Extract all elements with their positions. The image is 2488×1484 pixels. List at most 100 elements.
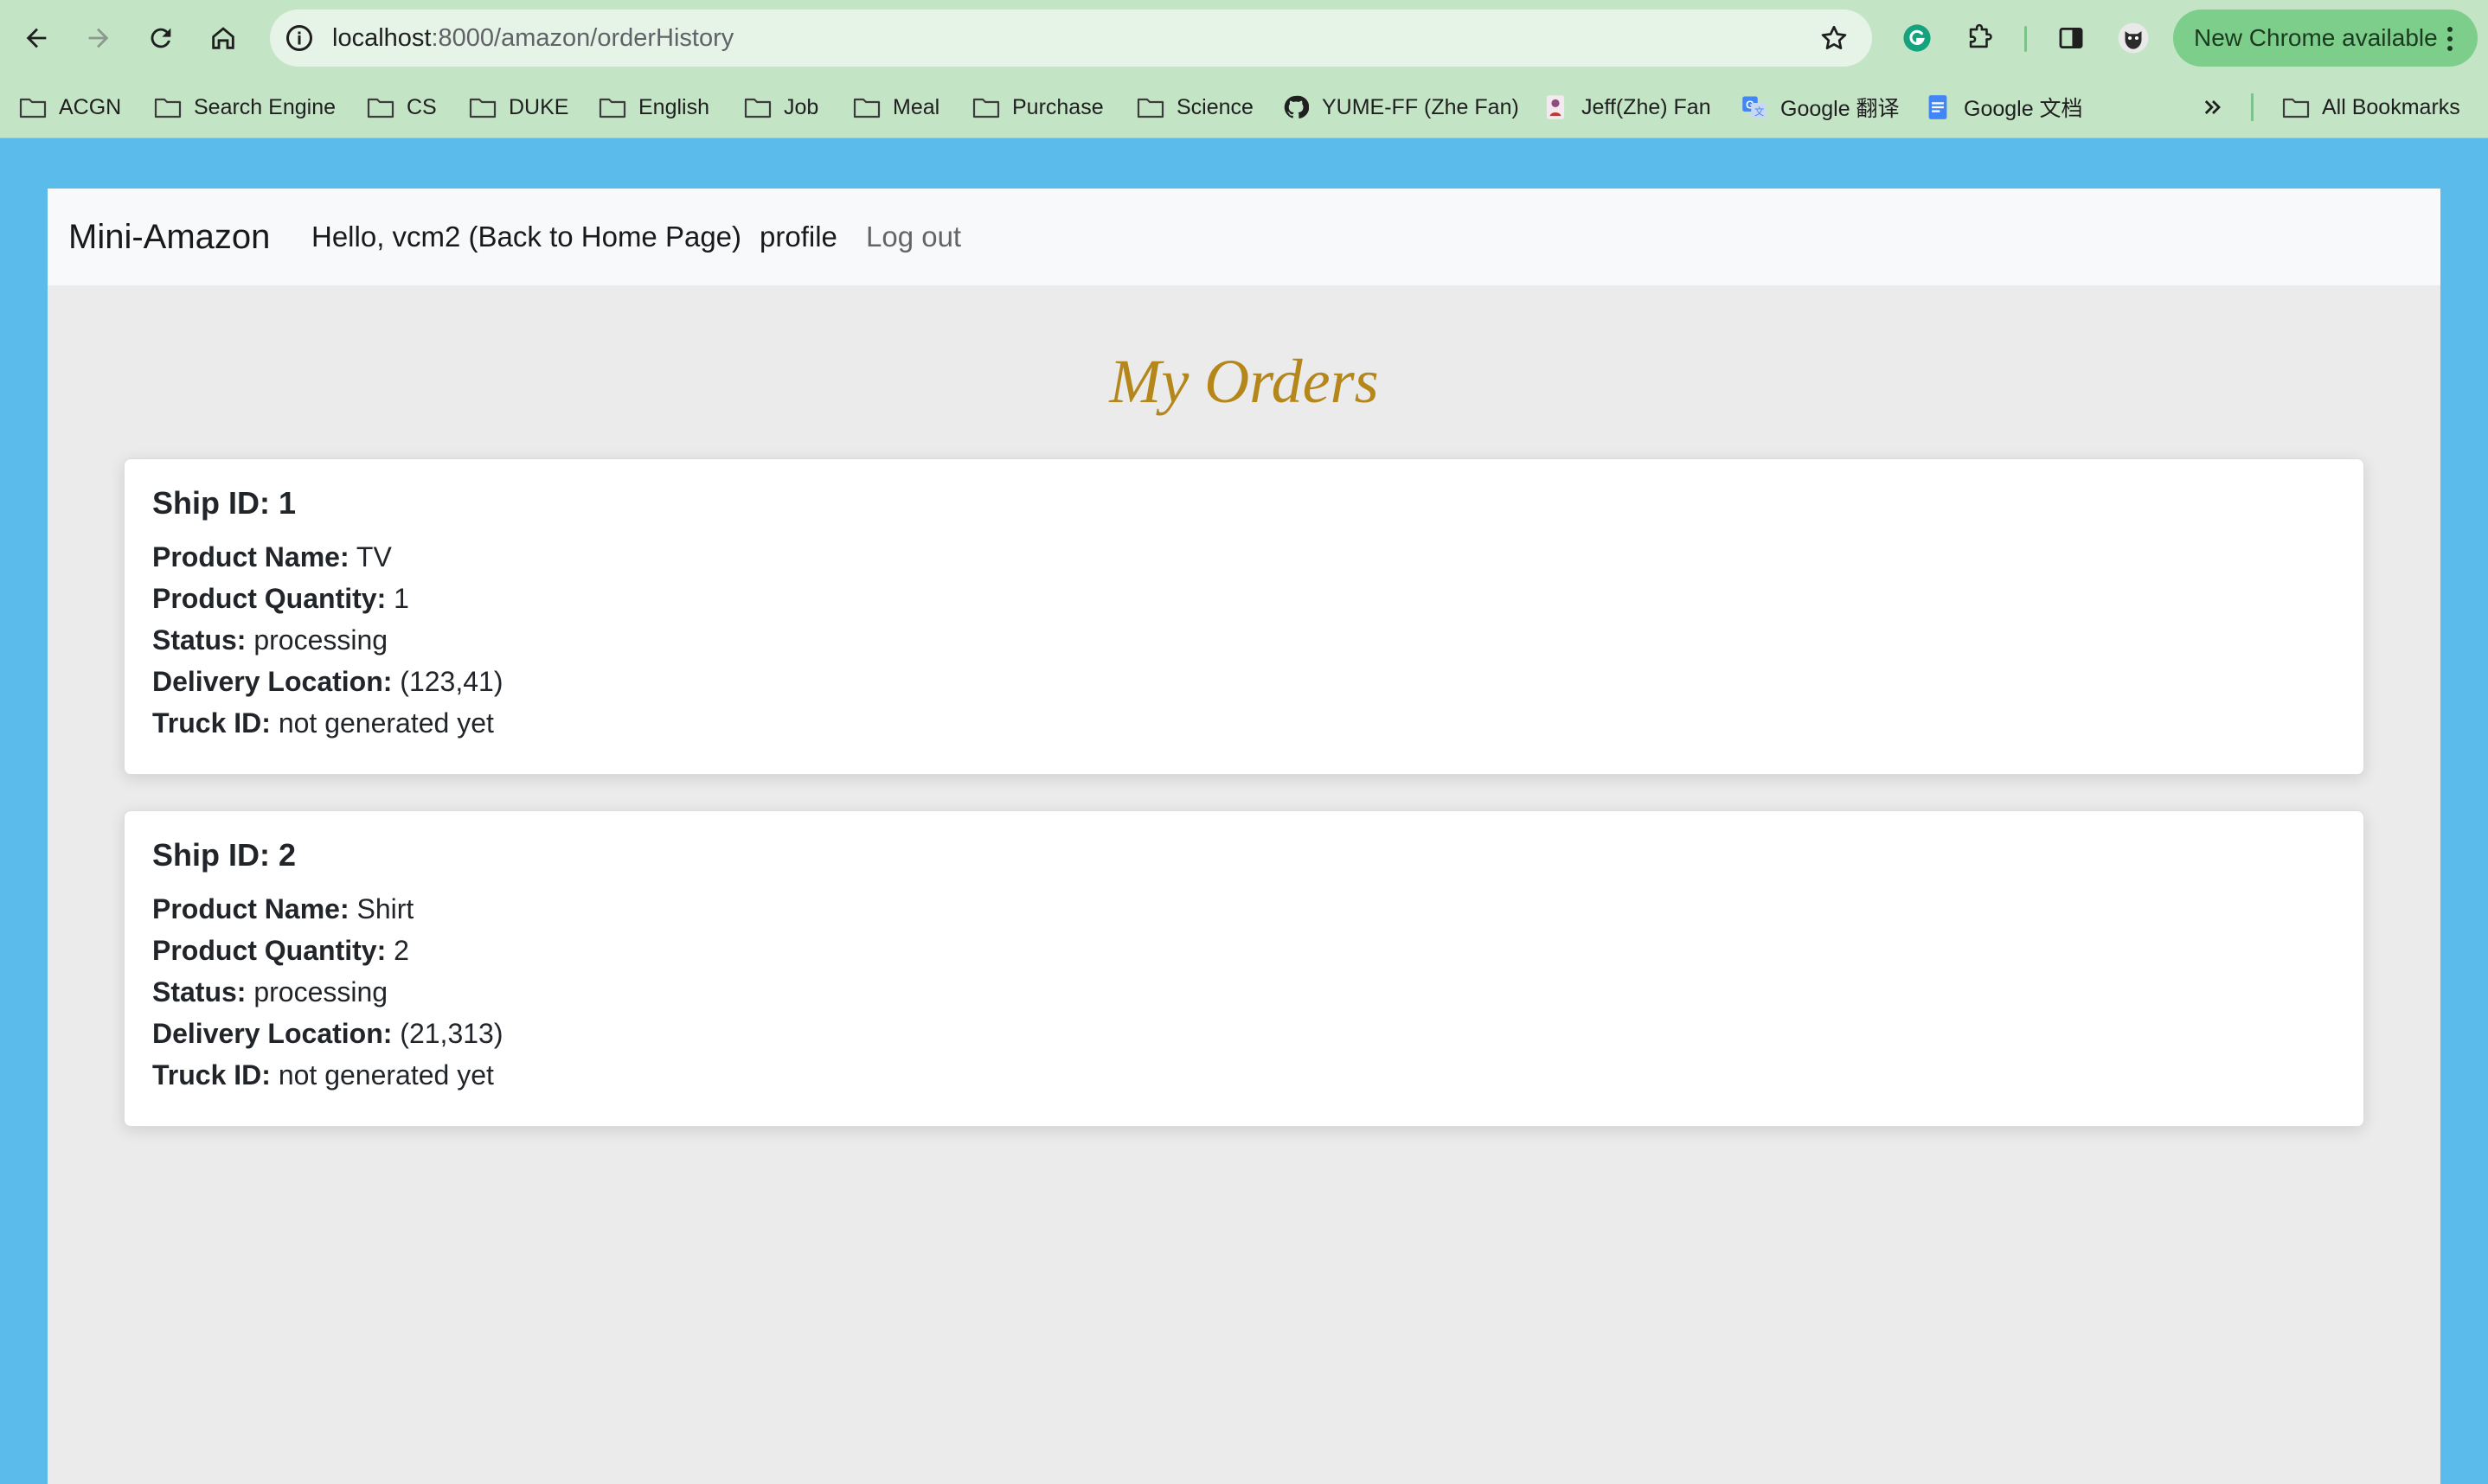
double-chevron-right-icon [2204,100,2221,114]
field-label: Product Quantity: [152,583,387,614]
bookmark-label: Search Engine [194,94,337,119]
product-quantity-row: Product Quantity: 1 [152,583,409,615]
field-label: Product Name: [152,541,349,572]
product-name-row: Product Name: TV [152,541,392,573]
field-label: Delivery Location: [152,666,393,697]
folder-icon [744,95,772,119]
reload-button[interactable] [140,17,182,59]
bookmark-science[interactable]: Science [1137,76,1254,138]
folder-icon [2282,95,2310,119]
product-quantity-value: 2 [394,935,409,966]
folder-icon [469,95,497,119]
home-button[interactable] [202,17,244,59]
folder-icon [367,95,394,119]
all-bookmarks-label: All Bookmarks [2322,94,2460,119]
site-info-icon[interactable] [284,22,315,54]
ship-id-label: Ship ID: [152,837,270,873]
truck-id-value: not generated yet [278,707,494,739]
bookmark-english[interactable]: English [599,76,709,138]
bookmark-label: Purchase [1012,94,1104,119]
folder-icon [853,95,881,119]
bookmark-label: DUKE [509,94,569,119]
extensions-button[interactable] [1960,19,1998,57]
arrow-left-icon [26,28,47,48]
order-card: Ship ID: 1 Product Name: TV Product Quan… [124,458,2364,775]
bookmark-jeff-zhe-fan[interactable]: Jeff(Zhe) Fan [1542,76,1711,138]
bookmark-label: Google 翻译 [1780,97,1900,121]
status-row: Status: processing [152,624,388,656]
folder-icon [154,95,182,119]
bookmark-duke[interactable]: DUKE [469,76,568,138]
all-bookmarks[interactable]: All Bookmarks [2282,76,2460,138]
bookmark-meal[interactable]: Meal [853,76,939,138]
bookmark-search-engine[interactable]: Search Engine [154,76,336,138]
bookmark-google-translate[interactable]: G文 Google 翻译 [1741,76,1900,138]
bookmarks-overflow-button[interactable] [2201,76,2225,138]
update-label: New Chrome available [2194,24,2438,51]
page-title: My Orders [1109,347,1379,416]
field-label: Truck ID: [152,1059,271,1091]
field-label: Product Name: [152,893,349,924]
address-bar[interactable]: localhost:8000/amazon/orderHistory [270,10,1872,67]
bookmark-label: English [638,94,709,119]
ship-id: Ship ID: 2 [152,837,296,873]
bookmark-job[interactable]: Job [744,76,818,138]
folder-icon [19,95,47,119]
delivery-location-row: Delivery Location: (21,313) [152,1018,503,1050]
bookmark-acgn[interactable]: ACGN [19,76,121,138]
field-label: Product Quantity: [152,935,387,966]
bookmarks-divider [2251,93,2254,121]
url-text[interactable]: localhost:8000/amazon/orderHistory [332,10,734,67]
grammarly-extension[interactable] [1898,19,1936,57]
ship-id-value: 2 [279,837,297,873]
bookmark-label: ACGN [59,94,122,119]
bookmark-star-icon[interactable] [1818,22,1850,54]
delivery-location-row: Delivery Location: (123,41) [152,666,503,698]
google-translate-icon: G文 [1741,95,1768,119]
bookmark-cs[interactable]: CS [367,76,437,138]
site-navbar: Mini-Amazon Hello, vcm2 (Back to Home Pa… [48,189,2440,285]
delivery-location-value: (21,313) [400,1018,503,1049]
home-icon [212,27,234,49]
bookmark-label: Job [784,94,819,119]
bookmark-github[interactable]: YUME-FF (Zhe Fan) [1282,76,1519,138]
status-value: processing [253,976,388,1007]
logout-link[interactable]: Log out [866,189,961,285]
web-page: Mini-Amazon Hello, vcm2 (Back to Home Pa… [48,189,2440,1484]
folder-icon [1137,95,1164,119]
puzzle-icon [1969,23,1992,48]
folder-icon [972,95,1000,119]
status-row: Status: processing [152,976,388,1008]
github-icon [1282,95,1310,119]
side-panel-icon [2059,27,2083,49]
url-path: :8000/amazon/orderHistory [431,24,734,52]
arrow-right-icon [88,28,109,48]
delivery-location-value: (123,41) [400,666,503,697]
forward-button[interactable] [78,17,119,59]
toolbar-divider [2024,26,2027,52]
order-card: Ship ID: 2 Product Name: Shirt Product Q… [124,810,2364,1127]
grammarly-icon [1903,24,1931,52]
product-name-value: Shirt [356,893,414,924]
truck-id-row: Truck ID: not generated yet [152,707,494,739]
new-chrome-available-button[interactable]: New Chrome available [2173,10,2478,67]
bookmark-purchase[interactable]: Purchase [972,76,1104,138]
side-panel-button[interactable] [2052,19,2090,57]
url-host: localhost [332,24,432,52]
profile-button[interactable] [2114,19,2152,57]
brand-link[interactable]: Mini-Amazon [68,189,270,285]
truck-id-row: Truck ID: not generated yet [152,1059,494,1091]
profile-link[interactable]: profile [760,189,837,285]
bookmark-google-docs[interactable]: Google 文档 [1924,76,2083,138]
product-name-value: TV [356,541,392,572]
home-link[interactable]: Hello, vcm2 (Back to Home Page) [311,189,741,285]
truck-id-value: not generated yet [278,1059,494,1091]
product-quantity-value: 1 [394,583,409,614]
bookmark-label: Science [1177,94,1254,119]
field-label: Status: [152,976,247,1007]
folder-icon [599,95,626,119]
back-button[interactable] [16,17,57,59]
bookmark-label: Jeff(Zhe) Fan [1581,94,1711,119]
bookmarks-bar: ACGN Search Engine CS DUKE English Job M… [0,76,2488,138]
field-label: Delivery Location: [152,1018,393,1049]
